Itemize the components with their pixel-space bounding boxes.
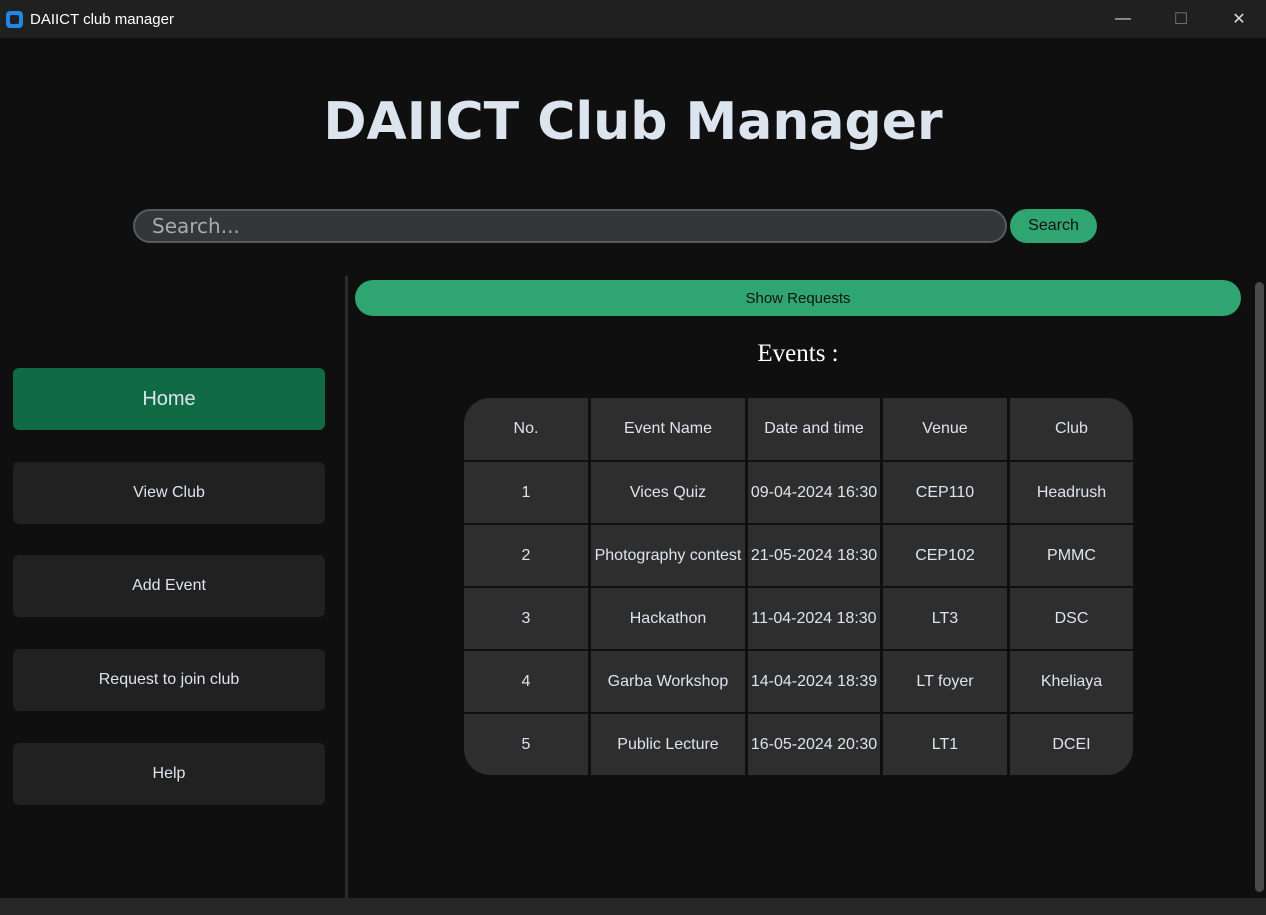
divider	[345, 276, 348, 898]
table-cell: Kheliaya	[1010, 651, 1133, 712]
table-header-cell: Venue	[883, 398, 1007, 460]
bottom-bar	[0, 898, 1266, 915]
sidebar-item-home[interactable]: Home	[13, 368, 325, 430]
sidebar-item-view-club[interactable]: View Club	[13, 462, 325, 524]
table-cell: Public Lecture	[591, 714, 745, 775]
table-cell: 14-04-2024 18:39	[748, 651, 880, 712]
table-cell: LT1	[883, 714, 1007, 775]
sidebar-item-help[interactable]: Help	[13, 743, 325, 805]
table-cell: Garba Workshop	[591, 651, 745, 712]
table-cell: 1	[464, 462, 588, 523]
table-cell: LT foyer	[883, 651, 1007, 712]
table-cell: 4	[464, 651, 588, 712]
table-cell: DSC	[1010, 588, 1133, 649]
table-cell: 16-05-2024 20:30	[748, 714, 880, 775]
table-cell: Photography contest	[591, 525, 745, 586]
app-icon	[6, 10, 23, 28]
table-cell: PMMC	[1010, 525, 1133, 586]
table-cell: DCEI	[1010, 714, 1133, 775]
table-cell: LT3	[883, 588, 1007, 649]
title-bar: DAIICT club manager — ☐ ✕	[0, 0, 1266, 38]
search-input[interactable]: Search...	[133, 209, 1007, 243]
minimize-button[interactable]: —	[1094, 0, 1152, 38]
sidebar-item-request-to-join-club[interactable]: Request to join club	[13, 649, 325, 711]
show-requests-button[interactable]: Show Requests	[355, 280, 1241, 316]
table-header-cell: Date and time	[748, 398, 880, 460]
sidebar-item-add-event[interactable]: Add Event	[13, 555, 325, 617]
table-cell: 09-04-2024 16:30	[748, 462, 880, 523]
search-button[interactable]: Search	[1010, 209, 1097, 243]
table-cell: 5	[464, 714, 588, 775]
page-title: DAIICT Club Manager	[323, 92, 943, 152]
table-header-cell: Event Name	[591, 398, 745, 460]
table-cell: 21-05-2024 18:30	[748, 525, 880, 586]
table-cell: CEP110	[883, 462, 1007, 523]
table-cell: Vices Quiz	[591, 462, 745, 523]
maximize-button[interactable]: ☐	[1152, 0, 1210, 38]
events-heading: Events :	[757, 340, 839, 367]
table-cell: 11-04-2024 18:30	[748, 588, 880, 649]
table-cell: 2	[464, 525, 588, 586]
table-cell: 3	[464, 588, 588, 649]
scrollbar[interactable]	[1255, 282, 1264, 892]
table-header-cell: No.	[464, 398, 588, 460]
close-button[interactable]: ✕	[1210, 0, 1266, 38]
events-table: No. Event Name Date and time Venue Club 1 Vice…	[464, 398, 1133, 775]
window-title: DAIICT club manager	[30, 10, 174, 28]
table-cell: CEP102	[883, 525, 1007, 586]
table-cell: Hackathon	[591, 588, 745, 649]
table-header-cell: Club	[1010, 398, 1133, 460]
table-cell: Headrush	[1010, 462, 1133, 523]
